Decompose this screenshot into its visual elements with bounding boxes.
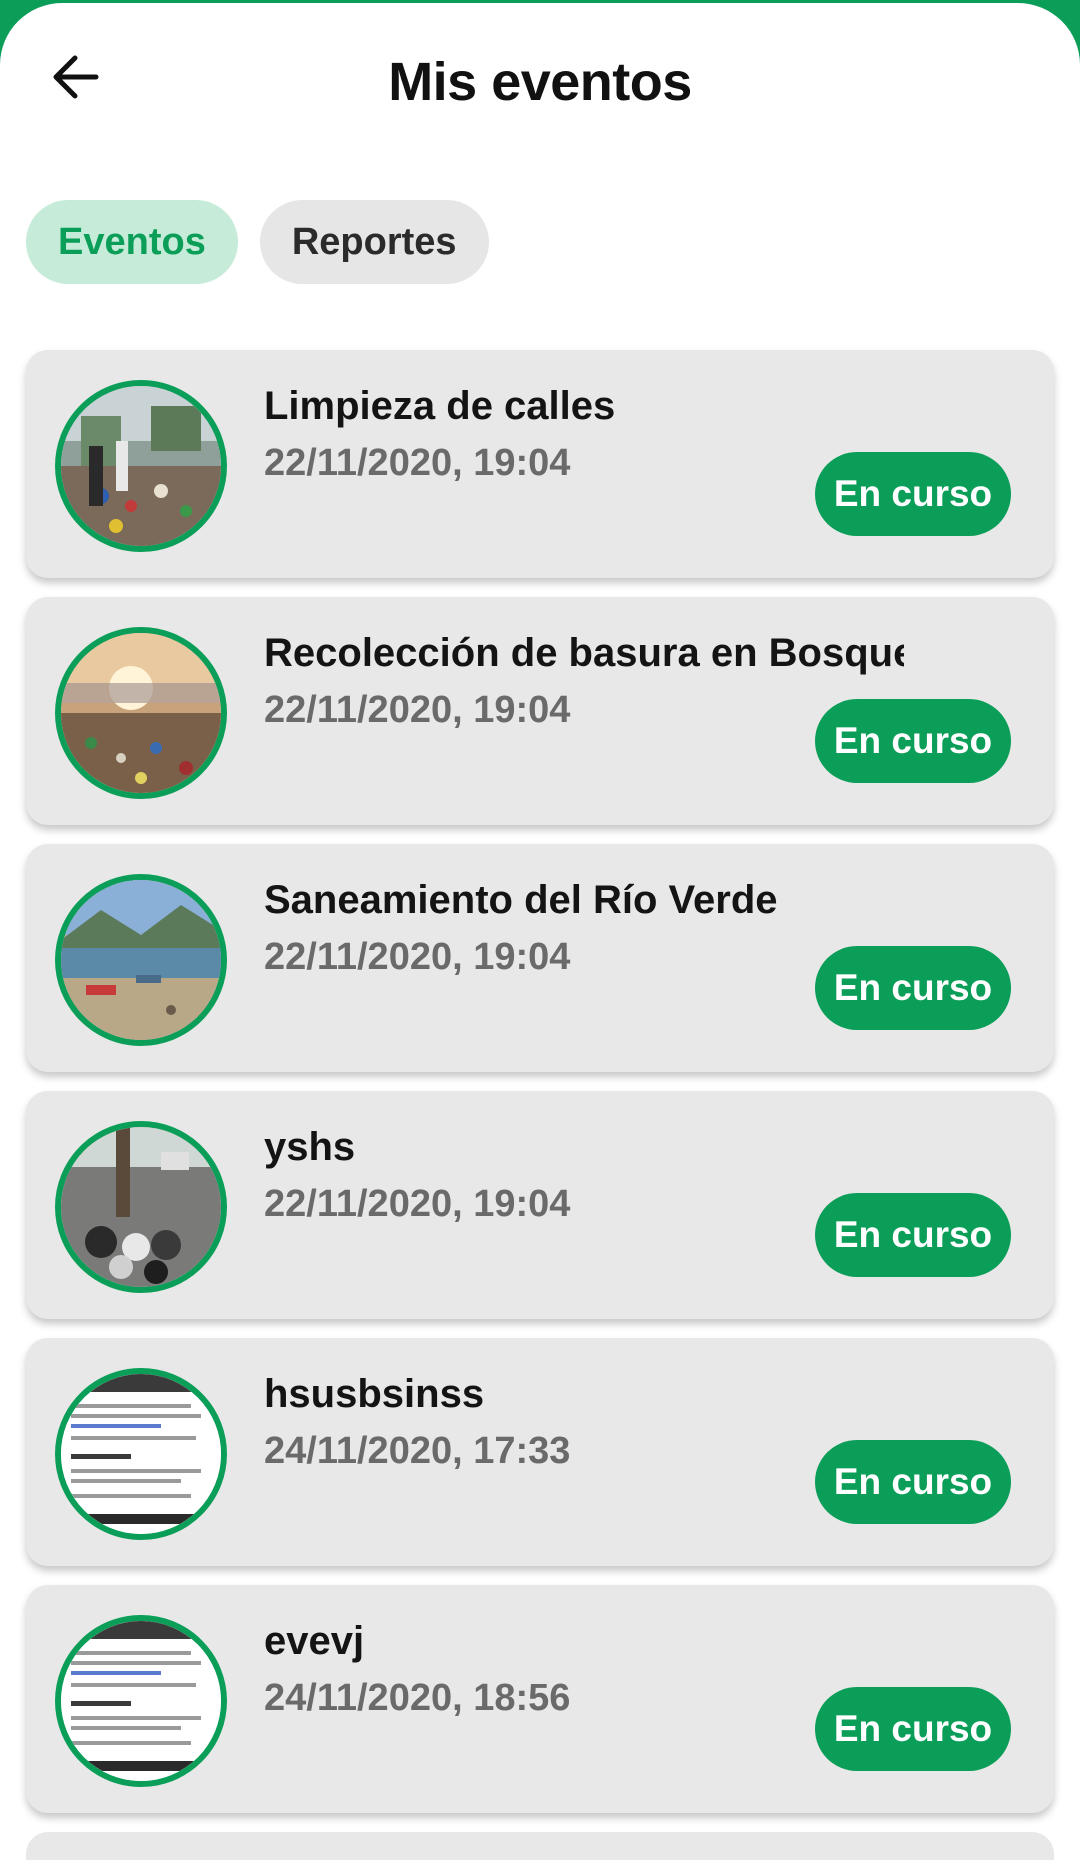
event-title: Saneamiento del Río Verde bbox=[264, 878, 778, 922]
app-screen: Mis eventos Eventos Reportes Limpieza de… bbox=[0, 3, 1080, 1860]
status-button[interactable]: En curso bbox=[815, 1193, 1011, 1277]
tab-reportes[interactable]: Reportes bbox=[259, 200, 489, 284]
status-button[interactable]: En curso bbox=[815, 1440, 1011, 1524]
event-image bbox=[55, 1615, 227, 1787]
event-card[interactable]: Saneamiento del Río Verde 22/11/2020, 19… bbox=[26, 844, 1054, 1072]
event-card[interactable]: Limpieza de calles 22/11/2020, 19:04 En … bbox=[26, 350, 1054, 578]
event-date: 22/11/2020, 19:04 bbox=[264, 936, 571, 978]
event-card-partial[interactable] bbox=[26, 1832, 1054, 1860]
event-title: hsusbsinss bbox=[264, 1372, 485, 1416]
event-date: 22/11/2020, 19:04 bbox=[264, 1183, 571, 1225]
event-list: Limpieza de calles 22/11/2020, 19:04 En … bbox=[26, 350, 1054, 1860]
event-card[interactable]: evevj 24/11/2020, 18:56 En curso bbox=[26, 1585, 1054, 1813]
event-title: Recolección de basura en Bosque La bbox=[264, 631, 904, 675]
event-image bbox=[55, 1368, 227, 1540]
status-button[interactable]: En curso bbox=[815, 946, 1011, 1030]
event-title: evevj bbox=[264, 1619, 365, 1663]
header: Mis eventos bbox=[0, 3, 1080, 173]
event-date: 22/11/2020, 19:04 bbox=[264, 442, 571, 484]
status-button[interactable]: En curso bbox=[815, 452, 1011, 536]
event-image bbox=[55, 380, 227, 552]
tab-eventos[interactable]: Eventos bbox=[26, 200, 238, 284]
event-date: 24/11/2020, 18:56 bbox=[264, 1677, 571, 1719]
event-image bbox=[55, 874, 227, 1046]
event-image bbox=[55, 627, 227, 799]
tab-bar: Eventos Reportes bbox=[26, 200, 489, 284]
status-button[interactable]: En curso bbox=[815, 699, 1011, 783]
event-card[interactable]: hsusbsinss 24/11/2020, 17:33 En curso bbox=[26, 1338, 1054, 1566]
event-date: 22/11/2020, 19:04 bbox=[264, 689, 571, 731]
event-title: Limpieza de calles bbox=[264, 384, 616, 428]
status-button[interactable]: En curso bbox=[815, 1687, 1011, 1771]
event-card[interactable]: Recolección de basura en Bosque La 22/11… bbox=[26, 597, 1054, 825]
event-image bbox=[55, 1121, 227, 1293]
event-title: yshs bbox=[264, 1125, 356, 1169]
event-card[interactable]: yshs 22/11/2020, 19:04 En curso bbox=[26, 1091, 1054, 1319]
event-date: 24/11/2020, 17:33 bbox=[264, 1430, 571, 1472]
page-title: Mis eventos bbox=[388, 52, 692, 112]
